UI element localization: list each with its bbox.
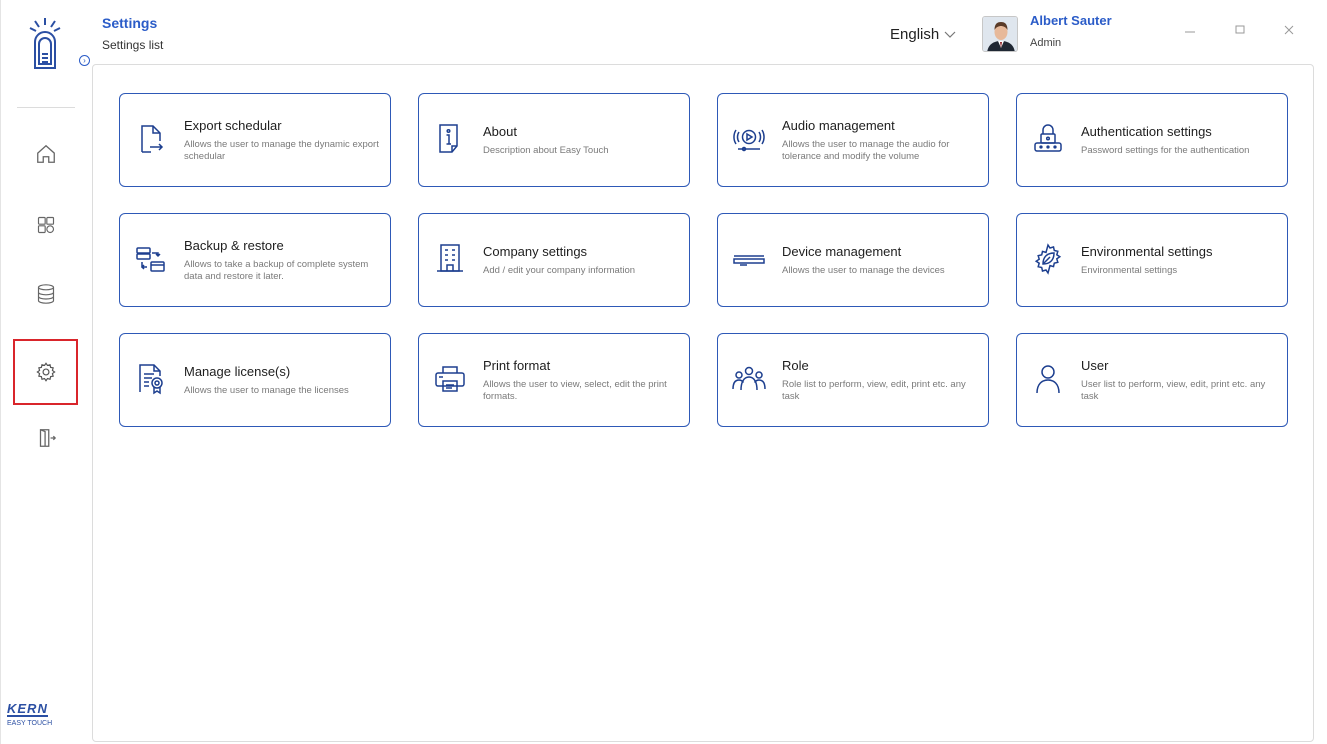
device-icon: [733, 255, 765, 266]
maximize-button[interactable]: [1232, 24, 1248, 40]
card-title: Company settings: [483, 243, 588, 259]
settings-card-backup-restore[interactable]: Backup & restore Allows to take a backup…: [119, 213, 391, 307]
card-description: Allows the user to manage the devices: [782, 264, 945, 276]
printer-icon: [435, 366, 465, 392]
backup-restore-icon: [136, 247, 165, 272]
settings-panel: Export schedular Allows the user to mana…: [92, 64, 1314, 742]
dashboard-icon: [37, 216, 55, 234]
settings-card-environmental-settings[interactable]: Environmental settings Environmental set…: [1016, 213, 1288, 307]
language-selector[interactable]: English: [890, 26, 939, 43]
card-text: About Description about Easy Touch: [483, 94, 681, 186]
brand-logo: KERN EASY TOUCH: [7, 700, 87, 727]
card-description: Allows the user to manage the audio for …: [782, 138, 950, 162]
close-window-button[interactable]: [1281, 24, 1297, 40]
card-text: Environmental settings Environmental set…: [1081, 214, 1279, 306]
card-title: Backup & restore: [184, 237, 284, 253]
logout-icon: [39, 429, 57, 447]
settings-gear-icon: [35, 362, 56, 382]
card-title: Export schedular: [184, 117, 282, 133]
database-icon: [37, 284, 55, 304]
nav-database[interactable]: [13, 261, 79, 327]
card-text: User User list to perform, view, edit, p…: [1081, 334, 1279, 426]
card-text: Company settings Add / edit your company…: [483, 214, 681, 306]
card-description: Add / edit your company information: [483, 264, 636, 276]
page-subtitle: Settings list: [102, 38, 164, 52]
app-window: › KERN EASY TOUCH Settings Settings list…: [0, 0, 1327, 744]
card-title: Manage license(s): [184, 363, 291, 379]
user-photo-icon: [983, 17, 1017, 51]
card-text: Manage license(s) Allows the user to man…: [184, 334, 382, 426]
brand-subtitle: EASY TOUCH: [7, 720, 53, 727]
lock-password-icon: [1034, 124, 1062, 152]
sidebar-divider: [17, 107, 75, 108]
card-title: Print format: [483, 357, 551, 373]
settings-card-export-schedular[interactable]: Export schedular Allows the user to mana…: [119, 93, 391, 187]
card-description: Allows the user to view, select, edit th…: [483, 378, 667, 402]
card-text: Backup & restore Allows to take a backup…: [184, 214, 382, 306]
close-icon: [1284, 25, 1294, 35]
settings-card-user[interactable]: User User list to perform, view, edit, p…: [1016, 333, 1288, 427]
settings-card-about[interactable]: About Description about Easy Touch: [418, 93, 690, 187]
card-description: User list to perform, view, edit, print …: [1081, 378, 1266, 402]
card-text: Role Role list to perform, view, edit, p…: [782, 334, 980, 426]
card-title: Device management: [782, 243, 902, 259]
card-description: Environmental settings: [1081, 264, 1178, 276]
leaf-gear-icon: [1034, 243, 1062, 275]
home-icon: [37, 144, 55, 163]
user-role: Admin: [1030, 37, 1062, 49]
sidebar-collapse-toggle[interactable]: ›: [79, 55, 90, 66]
card-description: Password settings for the authentication: [1081, 144, 1250, 156]
nav-logout[interactable]: [13, 405, 79, 471]
user-icon: [1036, 365, 1060, 394]
card-description: Role list to perform, view, edit, print …: [782, 378, 966, 402]
info-document-icon: [439, 124, 458, 153]
brand-name: KERN: [7, 701, 48, 717]
app-logo-icon: [29, 18, 61, 69]
settings-card-role[interactable]: Role Role list to perform, view, edit, p…: [717, 333, 989, 427]
header: Settings Settings list English Albert Sa…: [90, 0, 1327, 62]
page-title: Settings: [102, 15, 158, 31]
card-title: About: [483, 123, 517, 139]
card-description: Description about Easy Touch: [483, 144, 609, 156]
license-certificate-icon: [139, 364, 163, 395]
chevron-down-icon[interactable]: [944, 27, 956, 41]
settings-card-manage-licenses[interactable]: Manage license(s) Allows the user to man…: [119, 333, 391, 427]
card-title: Authentication settings: [1081, 123, 1212, 139]
card-description: Allows the user to manage the dynamic ex…: [184, 138, 379, 162]
minimize-button[interactable]: [1182, 24, 1198, 40]
card-title: Environmental settings: [1081, 243, 1213, 259]
card-text: Authentication settings Password setting…: [1081, 94, 1279, 186]
group-users-icon: [732, 366, 766, 391]
card-text: Export schedular Allows the user to mana…: [184, 94, 382, 186]
card-description: Allows the user to manage the licenses: [184, 384, 349, 396]
settings-card-print-format[interactable]: Print format Allows the user to view, se…: [418, 333, 690, 427]
card-title: Audio management: [782, 117, 895, 133]
card-title: User: [1081, 357, 1109, 373]
building-icon: [437, 244, 463, 272]
settings-card-audio-management[interactable]: Audio management Allows the user to mana…: [717, 93, 989, 187]
minimize-icon: [1185, 31, 1195, 33]
card-text: Print format Allows the user to view, se…: [483, 334, 681, 426]
nav-home[interactable]: [13, 121, 79, 187]
card-text: Device management Allows the user to man…: [782, 214, 980, 306]
audio-play-icon: [733, 129, 765, 152]
nav-settings[interactable]: [13, 339, 78, 405]
settings-card-device-management[interactable]: Device management Allows the user to man…: [717, 213, 989, 307]
settings-card-company-settings[interactable]: Company settings Add / edit your company…: [418, 213, 690, 307]
card-title: Role: [782, 357, 809, 373]
avatar[interactable]: [982, 16, 1018, 52]
export-file-icon: [141, 125, 164, 153]
card-text: Audio management Allows the user to mana…: [782, 94, 980, 186]
sidebar: › KERN EASY TOUCH: [0, 0, 90, 744]
card-description: Allows to take a backup of complete syst…: [184, 258, 369, 282]
user-name: Albert Sauter: [1030, 13, 1112, 28]
maximize-icon: [1235, 25, 1245, 34]
nav-dashboard[interactable]: [13, 192, 79, 258]
settings-card-authentication-settings[interactable]: Authentication settings Password setting…: [1016, 93, 1288, 187]
